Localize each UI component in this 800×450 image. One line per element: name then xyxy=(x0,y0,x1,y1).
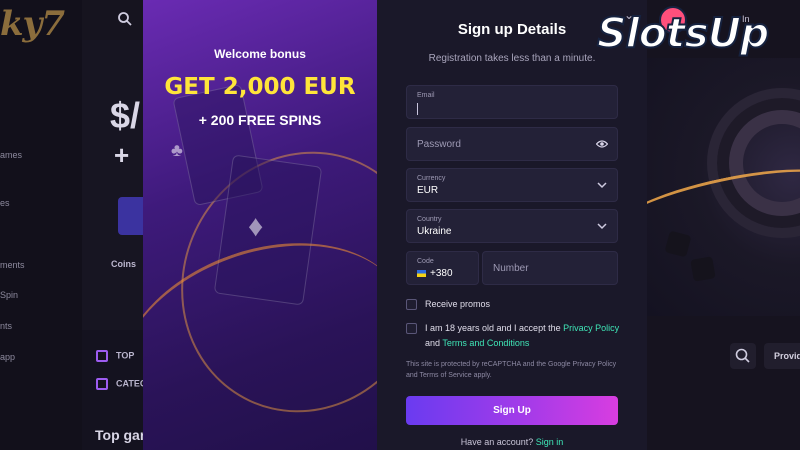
welcome-bonus-label: Welcome bonus xyxy=(214,47,306,61)
country-label: Country xyxy=(417,216,442,223)
casino-logo[interactable]: ky7 xyxy=(0,4,65,44)
top-bar xyxy=(82,0,144,40)
age-terms-label: I am 18 years old and I accept the Priva… xyxy=(425,321,625,351)
and-text: and xyxy=(425,338,443,348)
signup-button[interactable]: Sign Up xyxy=(406,396,618,425)
wordmark-brand-text: SlotsUp xyxy=(596,8,770,58)
bonus-headline: GET 2,000 EUR xyxy=(164,74,356,100)
signin-link[interactable]: Sign in xyxy=(536,437,564,447)
text-caret xyxy=(417,103,418,115)
country-select[interactable]: Country Ukraine xyxy=(406,209,618,243)
category-top[interactable]: TOP xyxy=(96,350,134,362)
number-placeholder: Number xyxy=(493,263,529,274)
form-title: Sign up Details xyxy=(457,21,567,38)
slotsup-watermark-logo: SlotsUp xyxy=(596,6,797,68)
coins-label: Coins xyxy=(111,259,137,269)
games-search-button[interactable] xyxy=(730,343,756,369)
free-spins-label: + 200 FREE SPINS xyxy=(198,112,322,128)
sidebar-item-live-games[interactable]: es xyxy=(0,198,10,208)
chevron-down-icon xyxy=(597,223,607,230)
password-field[interactable]: Password xyxy=(406,127,618,161)
code-label: Code xyxy=(417,258,434,265)
age-terms-text: I am 18 years old and I accept the xyxy=(425,323,564,333)
search-icon xyxy=(735,348,750,363)
roulette-image xyxy=(647,58,800,316)
form-subtitle: Registration takes less than a minute. xyxy=(428,53,596,64)
code-value-wrap: +380 xyxy=(417,268,453,279)
code-value: +380 xyxy=(430,268,453,279)
ukraine-flag-icon xyxy=(417,269,426,277)
category-icon xyxy=(96,350,108,362)
sidebar-item-app[interactable]: app xyxy=(0,352,15,362)
recaptcha-notice: This site is protected by reCAPTCHA and … xyxy=(406,361,617,379)
privacy-policy-link[interactable]: Privacy Policy xyxy=(563,323,619,333)
category-categories[interactable]: CATEG xyxy=(96,378,147,390)
currency-label: Currency xyxy=(417,175,446,182)
password-placeholder: Password xyxy=(417,139,461,150)
hero-amount: $/ xyxy=(110,95,141,136)
promo-panel: ♣ ♦ Welcome bonus GET 2,000 EUR + 200 FR… xyxy=(143,0,377,450)
playing-card-image xyxy=(213,154,323,306)
sidebar-item-events[interactable]: nts xyxy=(0,321,12,331)
dice-icon xyxy=(664,230,692,258)
diamond-suit-icon: ♦ xyxy=(248,210,264,243)
sidebar-item-games[interactable]: ames xyxy=(0,150,22,160)
club-suit-icon: ♣ xyxy=(171,140,183,160)
receive-promos-checkbox[interactable] xyxy=(406,299,417,310)
sidebar-item-tournaments[interactable]: ments xyxy=(0,260,25,270)
country-value: Ukraine xyxy=(417,226,452,237)
section-title-top-games: Top gar xyxy=(95,427,146,443)
category-icon xyxy=(96,378,108,390)
hero-banner xyxy=(82,40,144,330)
sidebar: ky7 ames es ments Spin nts app xyxy=(0,0,82,450)
chevron-down-icon xyxy=(597,182,607,189)
phone-number-field[interactable]: Number xyxy=(482,251,618,285)
email-label: Email xyxy=(417,92,435,99)
have-account-line: Have an account? Sign in xyxy=(406,437,618,447)
slotsup-wordmark: SlotsUp xyxy=(596,8,770,58)
hero-plus: + xyxy=(114,140,130,170)
receive-promos-label: Receive promos xyxy=(425,299,491,309)
currency-value: EUR xyxy=(417,185,439,196)
dice-icon xyxy=(690,256,716,282)
search-icon[interactable] xyxy=(117,11,133,27)
phone-code-select[interactable]: Code +380 xyxy=(406,251,479,285)
provider-filter-button[interactable]: Provid xyxy=(764,343,800,369)
sidebar-item-spin[interactable]: Spin xyxy=(0,290,18,300)
currency-select[interactable]: Currency EUR xyxy=(406,168,618,202)
have-account-text: Have an account? xyxy=(460,437,534,447)
signup-modal: ♣ ♦ Welcome bonus GET 2,000 EUR + 200 FR… xyxy=(143,0,647,450)
show-password-eye-icon[interactable] xyxy=(596,139,608,149)
terms-conditions-link[interactable]: Terms and Conditions xyxy=(442,338,529,348)
email-field[interactable]: Email xyxy=(406,85,618,119)
age-terms-checkbox[interactable] xyxy=(406,323,417,334)
category-top-label: TOP xyxy=(116,350,135,361)
